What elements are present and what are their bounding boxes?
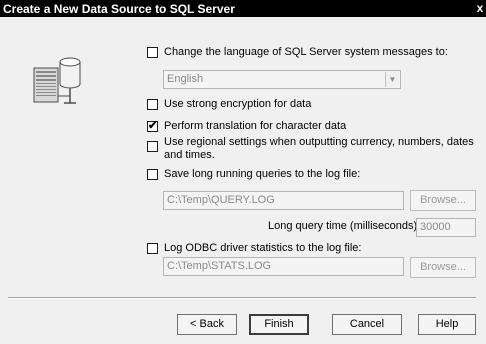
stats-log-path-field[interactable]: C:\Temp\STATS.LOG: [163, 257, 404, 276]
log-odbc-stats-row: Log ODBC driver statistics to the log fi…: [147, 242, 361, 255]
strong-encryption-checkbox[interactable]: [147, 99, 158, 110]
browse-stats-log-button[interactable]: Browse...: [410, 257, 476, 278]
change-language-label: Change the language of SQL Server system…: [164, 46, 448, 58]
language-select-value: English: [167, 73, 204, 85]
change-language-row: Change the language of SQL Server system…: [147, 46, 448, 59]
close-icon[interactable]: x: [474, 0, 486, 17]
log-odbc-stats-label: Log ODBC driver statistics to the log fi…: [164, 242, 362, 254]
perform-translation-row: ✔ Perform translation for character data: [147, 120, 346, 133]
dialog-window: Create a New Data Source to SQL Server x: [0, 0, 486, 344]
regional-settings-row: Use regional settings when outputting cu…: [147, 136, 482, 162]
strong-encryption-row: Use strong encryption for data: [147, 98, 311, 111]
chevron-down-icon[interactable]: ▼: [385, 72, 399, 87]
log-odbc-stats-checkbox[interactable]: [147, 243, 158, 254]
regional-settings-label: Use regional settings when outputting cu…: [164, 136, 474, 161]
browse-query-log-button[interactable]: Browse...: [410, 190, 476, 211]
window-title: Create a New Data Source to SQL Server: [3, 2, 235, 16]
title-bar: Create a New Data Source to SQL Server x: [0, 0, 486, 17]
back-button[interactable]: < Back: [177, 314, 237, 335]
long-query-time-label: Long query time (milliseconds):: [268, 220, 421, 232]
save-long-queries-row: Save long running queries to the log fil…: [147, 168, 360, 181]
strong-encryption-label: Use strong encryption for data: [164, 98, 312, 110]
regional-settings-checkbox[interactable]: [147, 141, 158, 152]
save-long-queries-label: Save long running queries to the log fil…: [164, 168, 361, 180]
help-button[interactable]: Help: [418, 314, 476, 335]
finish-button[interactable]: Finish: [249, 314, 309, 335]
separator: [8, 297, 476, 299]
save-long-queries-checkbox[interactable]: [147, 169, 158, 180]
language-select[interactable]: English ▼: [163, 70, 401, 89]
perform-translation-checkbox[interactable]: ✔: [147, 121, 158, 132]
long-query-time-field[interactable]: 30000: [416, 218, 476, 237]
cancel-button[interactable]: Cancel: [332, 314, 402, 335]
database-server-icon: [12, 40, 128, 130]
query-log-path-field[interactable]: C:\Temp\QUERY.LOG: [163, 191, 404, 210]
perform-translation-label: Perform translation for character data: [164, 120, 347, 132]
change-language-checkbox[interactable]: [147, 47, 158, 58]
